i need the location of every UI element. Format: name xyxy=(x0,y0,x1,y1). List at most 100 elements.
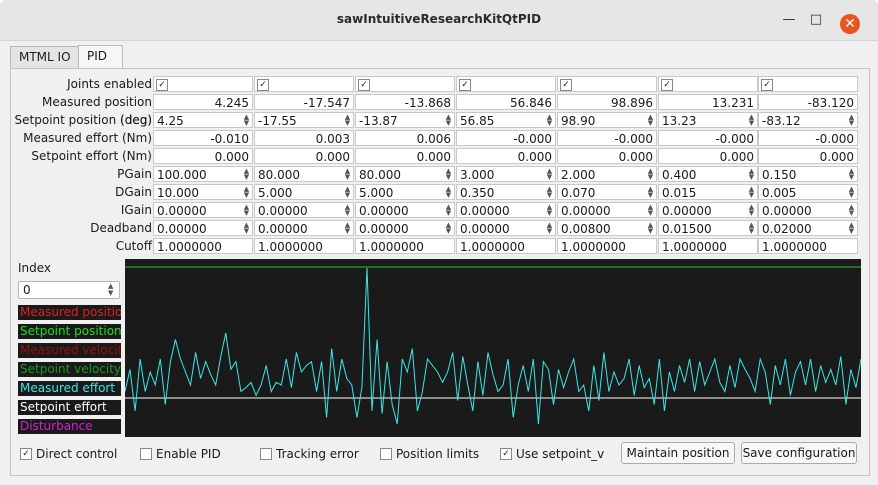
deadband-field[interactable]: 0.00800 ▲ ▼ xyxy=(557,220,657,236)
deadband-field[interactable]: 0.00000 ▲ ▼ xyxy=(153,220,253,236)
igain-field[interactable]: 0.00000 ▲ ▼ xyxy=(153,202,253,218)
position-limits-check[interactable] xyxy=(380,448,392,460)
spin-arrows-icon[interactable]: ▲ ▼ xyxy=(242,186,251,199)
spin-arrows-icon[interactable]: ▲ ▼ xyxy=(646,204,655,217)
spin-arrows-icon[interactable]: ▲ ▼ xyxy=(444,114,453,127)
pgain-field[interactable]: 2.000 ▲ ▼ xyxy=(557,166,657,182)
joint-enabled-checkbox[interactable]: ✓ xyxy=(661,79,673,91)
pgain-field[interactable]: 100.000 ▲ ▼ xyxy=(153,166,253,182)
tracking-error-check[interactable] xyxy=(260,448,272,460)
deadband-field[interactable]: 0.00000 ▲ ▼ xyxy=(456,220,556,236)
legend-item[interactable]: Measured effort xyxy=(18,381,121,396)
index-spinbox[interactable]: 0 ▲ ▼ xyxy=(18,281,120,299)
pgain-field[interactable]: 0.400 ▲ ▼ xyxy=(658,166,758,182)
legend-item[interactable]: Measured velocity xyxy=(18,343,121,358)
spin-arrows-icon[interactable]: ▲ ▼ xyxy=(545,204,554,217)
title-bar[interactable]: sawIntuitiveResearchKitQtPID — □ ✕ xyxy=(0,0,878,41)
spin-arrows-icon[interactable]: ▲ ▼ xyxy=(343,186,352,199)
spin-arrows-icon[interactable]: ▲ ▼ xyxy=(444,204,453,217)
joint-enabled-checkbox[interactable]: ✓ xyxy=(761,79,773,91)
save-configuration-button[interactable]: Save configuration xyxy=(741,442,857,464)
legend-item[interactable]: Disturbance xyxy=(18,419,121,434)
spin-arrows-icon[interactable]: ▲ ▼ xyxy=(747,222,756,235)
spin-arrows-icon[interactable]: ▲ ▼ xyxy=(847,222,856,235)
spin-arrows-icon[interactable]: ▲ ▼ xyxy=(847,204,856,217)
enable-pid-check[interactable] xyxy=(140,448,152,460)
setpoint-position-field[interactable]: -13.87 ▲ ▼ xyxy=(355,112,455,128)
spin-arrows-icon[interactable]: ▲ ▼ xyxy=(343,222,352,235)
igain-field[interactable]: 0.00000 ▲ ▼ xyxy=(355,202,455,218)
spin-arrows-icon[interactable]: ▲ ▼ xyxy=(646,114,655,127)
spin-arrows-icon[interactable]: ▲ ▼ xyxy=(646,168,655,181)
pgain-field[interactable]: 0.150 ▲ ▼ xyxy=(758,166,858,182)
cutoff-field[interactable]: 1.0000000 xyxy=(557,238,657,254)
spin-arrows-icon[interactable]: ▲ ▼ xyxy=(545,114,554,127)
joint-enabled-checkbox[interactable]: ✓ xyxy=(459,79,471,91)
pgain-field[interactable]: 80.000 ▲ ▼ xyxy=(254,166,354,182)
signal-plot[interactable] xyxy=(124,259,862,437)
joint-enabled-checkbox[interactable]: ✓ xyxy=(358,79,370,91)
deadband-field[interactable]: 0.00000 ▲ ▼ xyxy=(254,220,354,236)
spin-arrows-icon[interactable]: ▲ ▼ xyxy=(646,222,655,235)
setpoint-position-field[interactable]: 98.90 ▲ ▼ xyxy=(557,112,657,128)
pgain-field[interactable]: 3.000 ▲ ▼ xyxy=(456,166,556,182)
spin-arrows-icon[interactable]: ▲ ▼ xyxy=(847,168,856,181)
spin-arrows-icon[interactable]: ▲ ▼ xyxy=(444,186,453,199)
legend-item[interactable]: Measured position xyxy=(18,305,121,320)
cutoff-field[interactable]: 1.0000000 xyxy=(456,238,556,254)
close-button[interactable]: ✕ xyxy=(840,14,860,34)
spin-arrows-icon[interactable]: ▲ ▼ xyxy=(242,204,251,217)
spin-arrows-icon[interactable]: ▲ ▼ xyxy=(343,168,352,181)
minimize-button[interactable]: — xyxy=(780,11,798,29)
spin-arrows-icon[interactable]: ▲ ▼ xyxy=(747,168,756,181)
spin-arrows-icon[interactable]: ▲ ▼ xyxy=(545,222,554,235)
spin-arrows-icon[interactable]: ▲ ▼ xyxy=(444,168,453,181)
dgain-field[interactable]: 5.000 ▲ ▼ xyxy=(355,184,455,200)
spin-arrows-icon[interactable]: ▲ ▼ xyxy=(747,204,756,217)
spin-arrows-icon[interactable]: ▲ ▼ xyxy=(847,186,856,199)
igain-field[interactable]: 0.00000 ▲ ▼ xyxy=(456,202,556,218)
igain-field[interactable]: 0.00000 ▲ ▼ xyxy=(658,202,758,218)
igain-field[interactable]: 0.00000 ▲ ▼ xyxy=(557,202,657,218)
dgain-field[interactable]: 0.005 ▲ ▼ xyxy=(758,184,858,200)
cutoff-field[interactable]: 1.0000000 xyxy=(153,238,253,254)
tab-pid[interactable]: PID xyxy=(78,45,123,69)
joint-enabled-checkbox[interactable]: ✓ xyxy=(156,79,168,91)
spin-arrows-icon[interactable]: ▲ ▼ xyxy=(242,168,251,181)
joint-enabled-checkbox[interactable]: ✓ xyxy=(560,79,572,91)
deadband-field[interactable]: 0.02000 ▲ ▼ xyxy=(758,220,858,236)
spin-arrows-icon[interactable]: ▲ ▼ xyxy=(545,186,554,199)
spin-arrows-icon[interactable]: ▲ ▼ xyxy=(444,222,453,235)
spin-arrows-icon[interactable]: ▲ ▼ xyxy=(847,114,856,127)
spin-arrows-icon[interactable]: ▲ ▼ xyxy=(343,204,352,217)
tab-mtml-io[interactable]: MTML IO xyxy=(10,46,88,68)
use-setpoint-v-check[interactable]: ✓ xyxy=(500,448,512,460)
dgain-field[interactable]: 0.350 ▲ ▼ xyxy=(456,184,556,200)
dgain-field[interactable]: 0.015 ▲ ▼ xyxy=(658,184,758,200)
setpoint-position-field[interactable]: 4.25 ▲ ▼ xyxy=(153,112,253,128)
cutoff-field[interactable]: 1.0000000 xyxy=(254,238,354,254)
igain-field[interactable]: 0.00000 ▲ ▼ xyxy=(758,202,858,218)
dgain-field[interactable]: 0.070 ▲ ▼ xyxy=(557,184,657,200)
spin-arrows-icon[interactable]: ▲ ▼ xyxy=(747,114,756,127)
setpoint-position-field[interactable]: -83.12 ▲ ▼ xyxy=(758,112,858,128)
spin-arrows-icon[interactable]: ▲ ▼ xyxy=(242,222,251,235)
dgain-field[interactable]: 5.000 ▲ ▼ xyxy=(254,184,354,200)
legend-item[interactable]: Setpoint velocity xyxy=(18,362,121,377)
deadband-field[interactable]: 0.01500 ▲ ▼ xyxy=(658,220,758,236)
cutoff-field[interactable]: 1.0000000 xyxy=(658,238,758,254)
spin-arrows-icon[interactable]: ▲ ▼ xyxy=(747,186,756,199)
igain-field[interactable]: 0.00000 ▲ ▼ xyxy=(254,202,354,218)
setpoint-position-field[interactable]: 56.85 ▲ ▼ xyxy=(456,112,556,128)
setpoint-position-field[interactable]: 13.23 ▲ ▼ xyxy=(658,112,758,128)
spin-arrows-icon[interactable]: ▲ ▼ xyxy=(242,114,251,127)
spin-arrows-icon[interactable]: ▲ ▼ xyxy=(646,186,655,199)
deadband-field[interactable]: 0.00000 ▲ ▼ xyxy=(355,220,455,236)
spin-arrows-icon[interactable]: ▲ ▼ xyxy=(545,168,554,181)
cutoff-field[interactable]: 1.0000000 xyxy=(758,238,858,254)
legend-item[interactable]: Setpoint effort xyxy=(18,400,121,415)
spin-arrows-icon[interactable]: ▲ ▼ xyxy=(108,283,117,297)
dgain-field[interactable]: 10.000 ▲ ▼ xyxy=(153,184,253,200)
setpoint-position-field[interactable]: -17.55 ▲ ▼ xyxy=(254,112,354,128)
legend-item[interactable]: Setpoint position xyxy=(18,324,121,339)
